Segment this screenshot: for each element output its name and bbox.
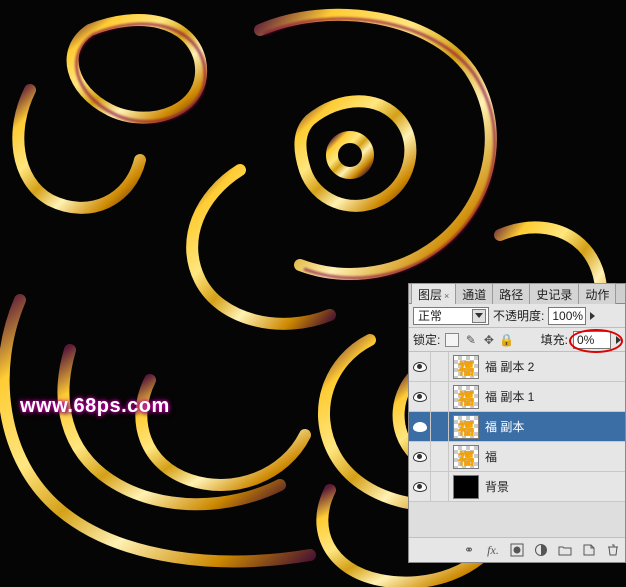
folder-icon[interactable]	[557, 542, 573, 558]
lock-row: 锁定: ✎ ✥ 🔒 填充: 0%	[409, 328, 625, 352]
chevron-down-icon	[472, 309, 486, 323]
layer-thumbnail[interactable]: 福	[453, 385, 479, 409]
visibility-toggle[interactable]	[409, 472, 431, 502]
blend-row: 正常 不透明度: 100%	[409, 304, 625, 328]
panel-tabs: 图层× 通道 路径 史记录 动作	[409, 284, 625, 304]
blend-mode-select[interactable]: 正常	[413, 307, 489, 325]
eye-icon	[413, 482, 427, 492]
link-column[interactable]	[431, 472, 449, 502]
opacity-input[interactable]: 100%	[548, 307, 586, 325]
lock-transparency-toggle[interactable]	[445, 333, 459, 347]
link-column[interactable]	[431, 412, 449, 442]
tab-history[interactable]: 史记录	[529, 283, 579, 304]
eye-icon	[413, 392, 427, 402]
layer-name[interactable]: 福 副本	[483, 418, 625, 435]
adjustment-icon[interactable]	[533, 542, 549, 558]
new-layer-icon[interactable]	[581, 542, 597, 558]
blend-mode-value: 正常	[418, 307, 442, 324]
fill-value: 0%	[577, 333, 594, 347]
tab-label: 通道	[462, 288, 486, 302]
tab-actions[interactable]: 动作	[578, 283, 616, 304]
lock-icon[interactable]: 🔒	[500, 333, 513, 346]
opacity-label: 不透明度:	[493, 307, 544, 324]
tab-label: 路径	[499, 288, 523, 302]
fx-icon[interactable]: fx.	[485, 542, 501, 558]
panel-footer: ⚭ fx.	[409, 538, 625, 562]
fill-input[interactable]: 0%	[573, 331, 611, 349]
link-icon[interactable]: ⚭	[461, 542, 477, 558]
mask-icon[interactable]	[509, 542, 525, 558]
brush-icon[interactable]: ✎	[464, 333, 477, 346]
link-column[interactable]	[431, 382, 449, 412]
visibility-toggle[interactable]	[409, 412, 431, 442]
tab-layers[interactable]: 图层×	[411, 283, 456, 304]
layer-name[interactable]: 福 副本 1	[483, 388, 625, 405]
visibility-toggle[interactable]	[409, 382, 431, 412]
tab-paths[interactable]: 路径	[492, 283, 530, 304]
watermark: www.68ps.com	[20, 395, 170, 418]
layer-thumbnail[interactable]: 福	[453, 415, 479, 439]
layers-empty-area	[409, 502, 625, 538]
fill-label: 填充:	[541, 331, 568, 348]
layer-row[interactable]: 福 福	[409, 442, 625, 472]
layer-name[interactable]: 福	[483, 448, 625, 465]
trash-icon[interactable]	[605, 542, 621, 558]
opacity-value: 100%	[552, 309, 583, 323]
move-icon[interactable]: ✥	[482, 333, 495, 346]
layer-row[interactable]: 福 福 副本	[409, 412, 625, 442]
layer-row[interactable]: 福 福 副本 1	[409, 382, 625, 412]
tab-channels[interactable]: 通道	[455, 283, 493, 304]
layers-list: 福 福 副本 2 福 福 副本 1 福 福 副本 福 福 背景	[409, 352, 625, 502]
fill-flyout-icon[interactable]	[616, 336, 621, 344]
layer-thumbnail[interactable]: 福	[453, 355, 479, 379]
link-column[interactable]	[431, 352, 449, 382]
layer-name[interactable]: 背景	[483, 478, 625, 495]
layers-panel: 图层× 通道 路径 史记录 动作 正常 不透明度: 100% 锁定: ✎ ✥ 🔒…	[408, 283, 626, 563]
opacity-flyout-icon[interactable]	[590, 312, 595, 320]
close-icon: ×	[444, 291, 449, 301]
visibility-toggle[interactable]	[409, 352, 431, 382]
layer-row[interactable]: 背景	[409, 472, 625, 502]
tab-label: 史记录	[536, 288, 572, 302]
tab-label: 动作	[585, 288, 609, 302]
link-column[interactable]	[431, 442, 449, 472]
layer-name[interactable]: 福 副本 2	[483, 358, 625, 375]
layer-row[interactable]: 福 福 副本 2	[409, 352, 625, 382]
lock-label: 锁定:	[413, 331, 440, 348]
visibility-toggle[interactable]	[409, 442, 431, 472]
layer-thumbnail[interactable]: 福	[453, 445, 479, 469]
eye-icon	[413, 362, 427, 372]
eye-icon	[413, 452, 427, 462]
tab-label: 图层	[418, 288, 442, 302]
layer-thumbnail[interactable]	[453, 475, 479, 499]
eye-icon	[413, 422, 427, 432]
